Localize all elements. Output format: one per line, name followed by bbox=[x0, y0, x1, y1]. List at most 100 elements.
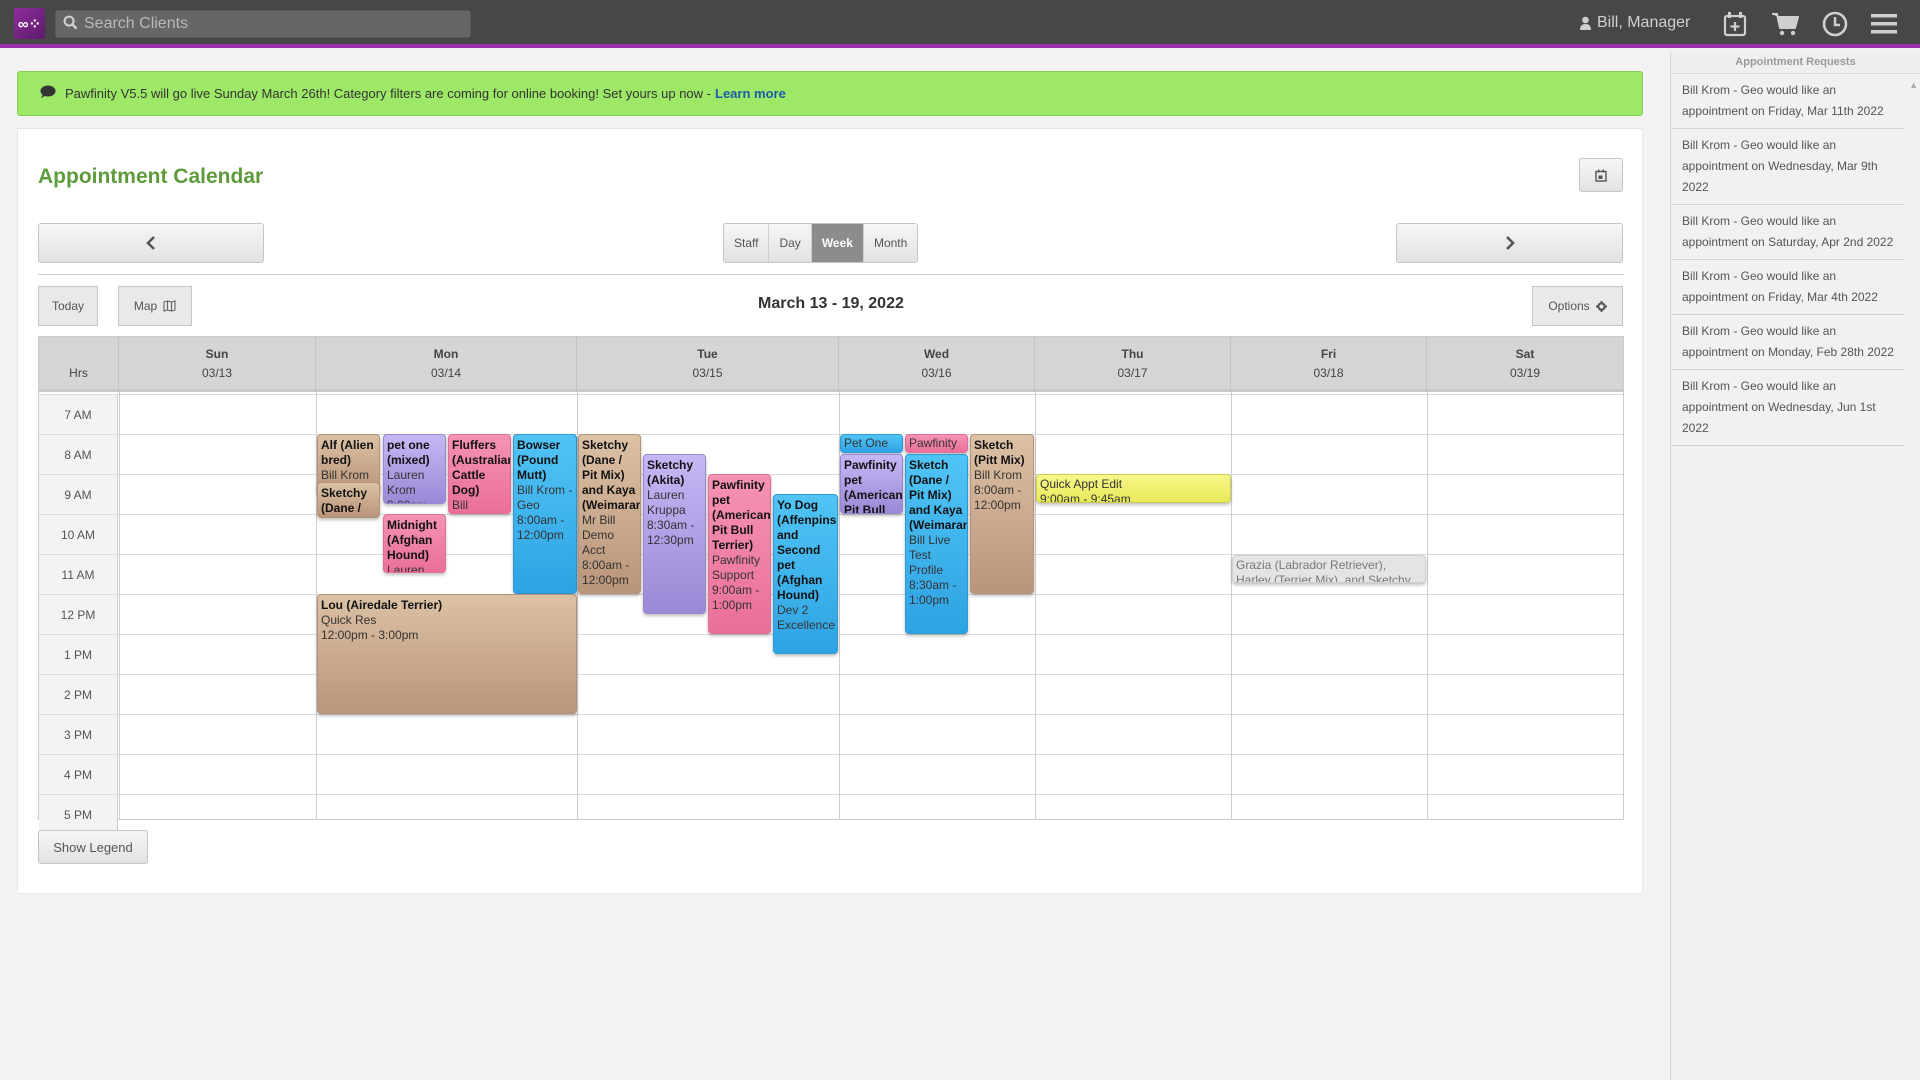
hour-label: 4 PM bbox=[39, 755, 118, 795]
hour-row[interactable]: 8 AM bbox=[39, 434, 1623, 475]
appointment[interactable]: Lou (Airedale Terrier) Quick Res 12:00pm -… bbox=[317, 594, 577, 714]
calendar-picker-button[interactable] bbox=[1579, 158, 1623, 192]
view-day-button[interactable]: Day bbox=[769, 224, 812, 262]
calendar-plus-icon[interactable] bbox=[1720, 10, 1750, 38]
appointment[interactable]: Sketch (Pitt Mix) Bill Krom 8:00am - 12:00… bbox=[970, 434, 1034, 594]
day-header-mon[interactable]: Mon 03/14 bbox=[316, 337, 577, 392]
day-name: Thu bbox=[1121, 347, 1144, 361]
appointment-title: Midnight (Afghan Hound) bbox=[387, 518, 437, 562]
appointment[interactable]: Pawfinity pet (American Pit Bull bbox=[840, 454, 903, 514]
day-header-tue[interactable]: Tue 03/15 bbox=[577, 337, 839, 392]
options-label: Options bbox=[1548, 299, 1590, 313]
appointment-title: Pawfinity pet (American Pit Bull bbox=[844, 458, 903, 514]
appointment-title: Lou (Airedale Terrier) bbox=[321, 598, 443, 612]
appointment-request-item[interactable]: Bill Krom - Geo would like an appointmen… bbox=[1672, 129, 1904, 205]
search-input[interactable] bbox=[84, 15, 454, 33]
user-name: Bill, Manager bbox=[1597, 14, 1691, 31]
cart-icon[interactable] bbox=[1770, 10, 1800, 38]
day-date: 03/18 bbox=[1313, 366, 1344, 380]
appointment[interactable]: Pawfinity pet (American Pit Bull Terrier… bbox=[708, 474, 771, 634]
next-week-button[interactable] bbox=[1396, 223, 1623, 263]
appointment-title: Sketchy (Akita) bbox=[647, 458, 694, 487]
previous-week-button[interactable] bbox=[38, 223, 264, 263]
column-divider bbox=[119, 392, 120, 819]
user-menu[interactable]: Bill, Manager bbox=[1580, 14, 1690, 32]
view-staff-button[interactable]: Staff bbox=[724, 224, 770, 262]
appointment[interactable]: Fluffers (Australian Cattle Dog) Bill bbox=[448, 434, 511, 514]
calendar-icon bbox=[1595, 169, 1607, 182]
appointment[interactable]: pet one (mixed)Lauren Krom9:00am bbox=[383, 434, 446, 504]
appointment-time: 8:00am - 12:00pm bbox=[582, 558, 630, 587]
day-name: Sun bbox=[205, 347, 229, 361]
appointment[interactable]: Grazia (Labrador Retriever), Harley (Ter… bbox=[1232, 555, 1426, 583]
today-button[interactable]: Today bbox=[38, 286, 98, 326]
appointment[interactable]: Quick Appt Edit 9:00am - 9:45am bbox=[1036, 474, 1231, 503]
appointment-staff: Lauren Kruppa bbox=[647, 488, 686, 517]
announcement-banner: Pawfinity V5.5 will go live Sunday March… bbox=[17, 71, 1643, 116]
appointment[interactable]: Bowser (Pound Mutt) Bill Krom - Geo 8:00am… bbox=[513, 434, 577, 594]
hour-row[interactable]: 2 PM bbox=[39, 674, 1623, 715]
day-header-sat[interactable]: Sat 03/19 bbox=[1427, 337, 1623, 392]
hour-label: 2 PM bbox=[39, 675, 118, 715]
appointment-title: Bowser (Pound Mutt) bbox=[517, 438, 561, 482]
appointment-title: Grazia (Labrador Retriever), Harley (Ter… bbox=[1236, 558, 1411, 583]
clock-icon[interactable] bbox=[1820, 10, 1850, 38]
view-week-button[interactable]: Week bbox=[811, 224, 864, 262]
appointment-title: Alf (Alien bred) bbox=[321, 438, 374, 467]
hour-label: 5 PM bbox=[39, 795, 118, 835]
appointment-time: 12:00pm - 3:00pm bbox=[321, 628, 419, 642]
hour-label: 1 PM bbox=[39, 635, 118, 675]
appointment-request-item[interactable]: Bill Krom - Geo would like an appointmen… bbox=[1672, 315, 1904, 370]
learn-more-link[interactable]: Learn more bbox=[715, 86, 786, 101]
search-icon bbox=[56, 15, 84, 34]
appointment[interactable]: Sketchy (Dane / Pit Mix) and Kaya (Weima… bbox=[578, 434, 641, 594]
hour-row[interactable]: 5 PM bbox=[39, 794, 1623, 835]
appointment-time: 8:30am - 1:00pm bbox=[909, 578, 957, 607]
day-header-sun[interactable]: Sun 03/13 bbox=[119, 337, 316, 392]
column-divider bbox=[1035, 392, 1036, 819]
appointment[interactable]: Pet One bbox=[840, 434, 903, 453]
appointment-request-item[interactable]: Bill Krom - Geo would like an appointmen… bbox=[1672, 260, 1904, 315]
menu-icon[interactable] bbox=[1869, 10, 1899, 38]
day-header-thu[interactable]: Thu 03/17 bbox=[1035, 337, 1231, 392]
hour-label: 11 AM bbox=[39, 555, 118, 595]
view-month-button[interactable]: Month bbox=[863, 224, 918, 262]
appointment[interactable]: Midnight (Afghan Hound) Lauren bbox=[383, 514, 446, 573]
appointment-title: Quick Appt Edit bbox=[1040, 477, 1123, 491]
scroll-up-arrow-icon[interactable]: ▲ bbox=[1909, 80, 1918, 90]
options-button[interactable]: Options bbox=[1532, 286, 1623, 326]
appointment-request-item[interactable]: Bill Krom - Geo would like an appointmen… bbox=[1672, 74, 1904, 129]
appointment-title: Fluffers (Australian Cattle Dog) bbox=[452, 438, 511, 497]
appointment-title: Pawfinity bbox=[909, 436, 958, 450]
appointment[interactable]: Sketchy (Dane / Pit Mix) bbox=[317, 482, 380, 518]
hour-label: 7 AM bbox=[39, 395, 118, 435]
sidebar-title: Appointment Requests bbox=[1671, 52, 1920, 74]
appointment-title: Sketchy (Dane / Pit Mix) bbox=[321, 486, 368, 517]
top-bar: ∞⁘ Bill, Manager bbox=[0, 0, 1920, 48]
map-button[interactable]: Map bbox=[118, 286, 192, 326]
date-range: March 13 - 19, 2022 bbox=[758, 295, 904, 312]
appointment[interactable]: Pawfinity bbox=[905, 434, 968, 453]
appointment[interactable]: Sketchy (Akita) Lauren Kruppa 8:30am - 12:… bbox=[643, 454, 706, 614]
week-calendar-grid: Hrs Sun 03/13 Mon 03/14 Tue 03/15 Wed 03/16 … bbox=[38, 336, 1624, 835]
user-icon bbox=[1580, 16, 1591, 30]
day-header-wed[interactable]: Wed 03/16 bbox=[839, 337, 1035, 392]
hour-row[interactable]: 3 PM bbox=[39, 714, 1623, 755]
map-icon bbox=[163, 300, 176, 312]
pawfinity-logo[interactable]: ∞⁘ bbox=[14, 8, 45, 39]
appointment-request-item[interactable]: Bill Krom - Geo would like an appointmen… bbox=[1672, 205, 1904, 260]
appointment-title: Yo Dog (Affenpinscher) and Second pet (A… bbox=[777, 498, 837, 602]
appointment[interactable]: Yo Dog (Affenpinscher) and Second pet (A… bbox=[773, 494, 838, 654]
search-box bbox=[55, 10, 471, 38]
appointment-time: 9:00am - 1:00pm bbox=[712, 583, 760, 612]
hour-row[interactable]: 4 PM bbox=[39, 754, 1623, 795]
appointment-request-item[interactable]: Bill Krom - Geo would like an appointmen… bbox=[1672, 370, 1904, 446]
divider bbox=[38, 274, 1624, 275]
hour-row[interactable]: 7 AM bbox=[39, 394, 1623, 435]
show-legend-button[interactable]: Show Legend bbox=[38, 830, 148, 864]
appointment-title: Pawfinity pet (American Pit Bull Terrier… bbox=[712, 478, 771, 552]
appointment-staff: Pawfinity Support bbox=[712, 553, 761, 582]
appointment[interactable]: Sketch (Dane / Pit Mix) and Kaya (Weimar… bbox=[905, 454, 968, 634]
day-header-fri[interactable]: Fri 03/18 bbox=[1231, 337, 1427, 392]
hour-label: 3 PM bbox=[39, 715, 118, 755]
